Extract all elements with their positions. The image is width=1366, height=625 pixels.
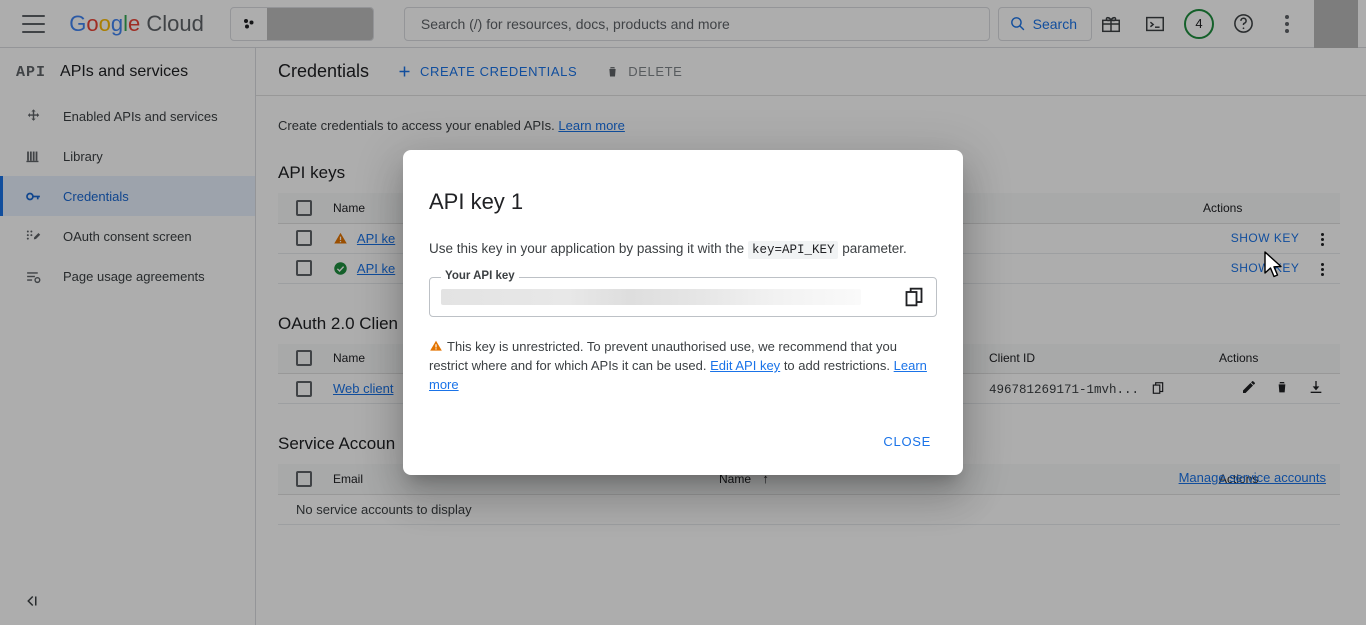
description-before: Use this key in your application by pass…: [429, 241, 744, 256]
restriction-warning: This key is unrestricted. To prevent una…: [429, 337, 937, 394]
api-key-field[interactable]: Your API key: [429, 277, 937, 317]
api-key-parameter-code: key=API_KEY: [748, 241, 839, 259]
warning-icon: [429, 339, 443, 353]
warning-text-2: to add restrictions.: [784, 358, 890, 373]
dialog-title: API key 1: [429, 189, 939, 215]
dialog-description: Use this key in your application by pass…: [429, 241, 939, 257]
api-key-dialog: API key 1 Use this key in your applicati…: [403, 150, 963, 475]
copy-icon[interactable]: [904, 287, 924, 307]
dialog-actions: CLOSE: [875, 426, 939, 457]
api-key-value-redacted: [441, 289, 861, 305]
close-button[interactable]: CLOSE: [875, 426, 939, 457]
api-key-field-label: Your API key: [441, 270, 519, 282]
edit-api-key-link[interactable]: Edit API key: [710, 358, 780, 373]
description-after: parameter.: [842, 241, 907, 256]
